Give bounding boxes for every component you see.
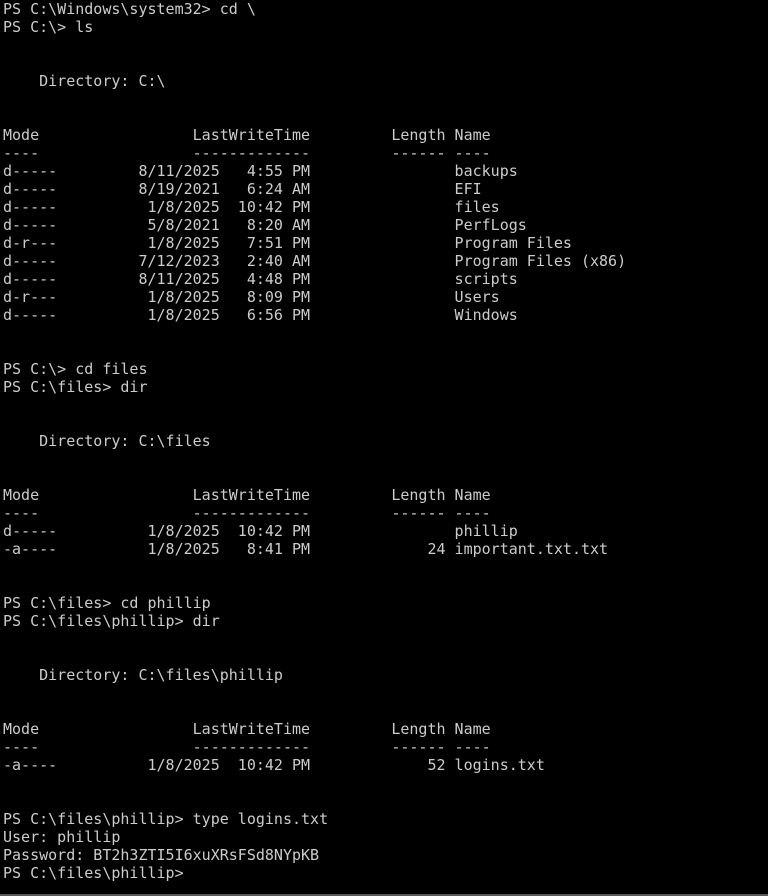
terminal-line: User: phillip — [3, 828, 121, 846]
terminal-line: -a---- 1/8/2025 8:41 PM 24 important.txt… — [3, 540, 609, 558]
terminal-line: Mode LastWriteTime Length Name — [3, 126, 491, 144]
terminal-line: PS C:\files\phillip> dir — [3, 612, 220, 630]
terminal-line: d----- 8/11/2025 4:55 PM backups — [3, 162, 518, 180]
terminal-line: d----- 1/8/2025 10:42 PM files — [3, 198, 500, 216]
terminal-line: Mode LastWriteTime Length Name — [3, 720, 491, 738]
terminal-line: ---- ------------- ------ ---- — [3, 504, 491, 522]
terminal-line: Password: BT2h3ZTI5I6xuXRsFSd8NYpKB — [3, 846, 320, 864]
terminal-line: d----- 1/8/2025 6:56 PM Windows — [3, 306, 518, 324]
terminal-line: Mode LastWriteTime Length Name — [3, 486, 491, 504]
terminal-line: -a---- 1/8/2025 10:42 PM 52 logins.txt — [3, 756, 545, 774]
terminal-line: d----- 5/8/2021 8:20 AM PerfLogs — [3, 216, 527, 234]
terminal-line: d-r--- 1/8/2025 8:09 PM Users — [3, 288, 500, 306]
terminal-line: d-r--- 1/8/2025 7:51 PM Program Files — [3, 234, 572, 252]
terminal-line: PS C:\files> dir — [3, 378, 148, 396]
terminal-line: Directory: C:\files — [3, 432, 211, 450]
terminal-line: d----- 1/8/2025 10:42 PM phillip — [3, 522, 518, 540]
terminal-line: d----- 8/19/2021 6:24 AM EFI — [3, 180, 482, 198]
terminal-line: ---- ------------- ------ ---- — [3, 738, 491, 756]
terminal-line: PS C:\Windows\system32> cd \ — [3, 0, 256, 18]
terminal-line: PS C:\files> cd phillip — [3, 594, 211, 612]
terminal-line: PS C:\> cd files — [3, 360, 148, 378]
terminal-line: PS C:\files\phillip> — [3, 864, 184, 882]
terminal-line: Directory: C:\files\phillip — [3, 666, 283, 684]
terminal-line: ---- ------------- ------ ---- — [3, 144, 491, 162]
terminal-line: d----- 7/12/2023 2:40 AM Program Files (… — [3, 252, 627, 270]
terminal-line: PS C:\> ls — [3, 18, 94, 36]
terminal-line: Directory: C:\ — [3, 72, 166, 90]
terminal-output[interactable]: PS C:\Windows\system32> cd \ PS C:\> ls D… — [3, 0, 763, 894]
terminal-line: PS C:\files\phillip> type logins.txt — [3, 810, 329, 828]
terminal-line: d----- 8/11/2025 4:48 PM scripts — [3, 270, 518, 288]
